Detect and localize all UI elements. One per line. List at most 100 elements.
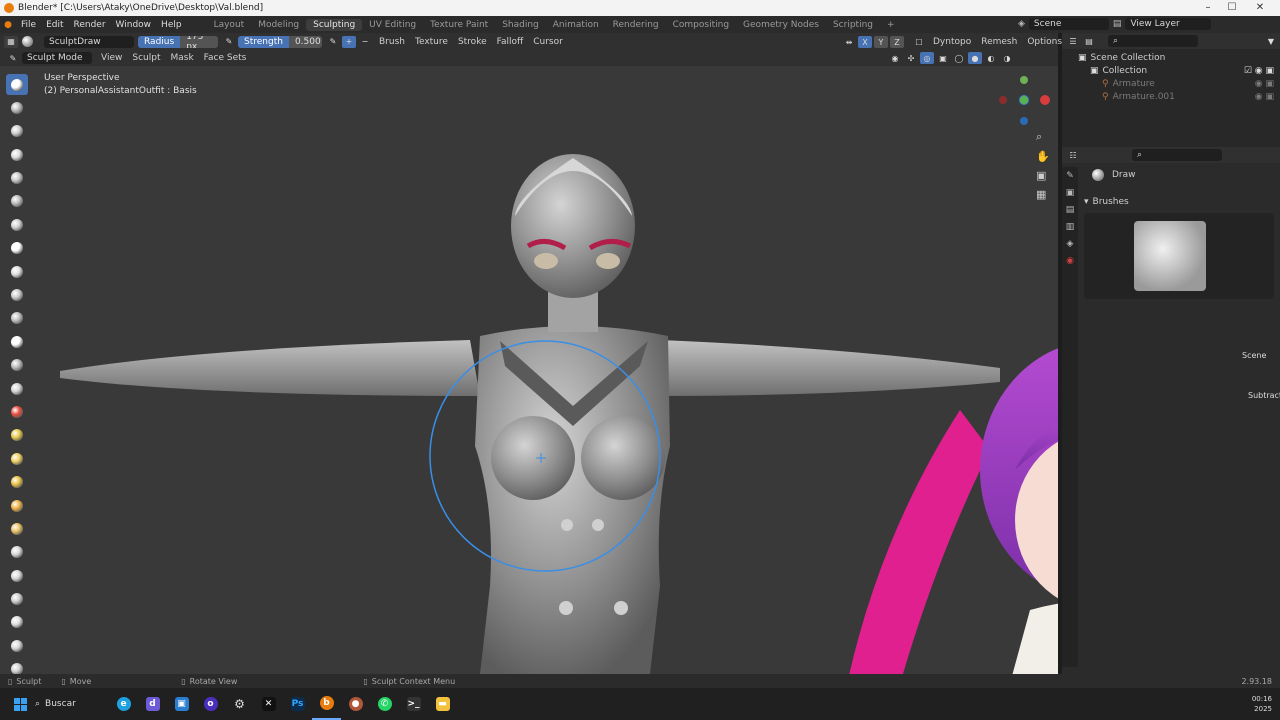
symmetry-y-toggle[interactable]: Y	[874, 36, 888, 48]
photoshop-icon[interactable]: Ps	[283, 688, 312, 720]
menu-edit[interactable]: Edit	[41, 20, 68, 30]
menu-stroke[interactable]: Stroke	[453, 37, 492, 47]
visibility-icon[interactable]: ◉	[888, 52, 902, 64]
menu-mask[interactable]: Mask	[165, 53, 198, 63]
tool-blob[interactable]	[6, 238, 28, 259]
wireframe-shading-icon[interactable]: ◯	[952, 52, 966, 64]
settings-gear-icon[interactable]: ⚙	[225, 688, 254, 720]
tab-uv-editing[interactable]: UV Editing	[362, 19, 423, 31]
brush-preview-icon[interactable]	[20, 36, 34, 48]
remesh-menu[interactable]: Remesh	[976, 37, 1022, 47]
scene-collection-label[interactable]: Scene Collection	[1091, 53, 1166, 63]
tool-grab[interactable]	[6, 425, 28, 446]
tab-sculpting[interactable]: Sculpting	[306, 18, 363, 31]
whatsapp-icon[interactable]: ✆	[370, 688, 399, 720]
tool-clay[interactable]	[6, 121, 28, 142]
view-layer-tab-icon[interactable]: ▥	[1066, 222, 1075, 232]
tool-simplify[interactable]	[6, 659, 28, 674]
menu-window[interactable]: Window	[111, 20, 157, 30]
filter-icon[interactable]: ▼	[1264, 35, 1278, 47]
outliner-search-input[interactable]: ⌕	[1108, 35, 1198, 47]
menu-render[interactable]: Render	[69, 20, 111, 30]
render-tab-icon[interactable]: ▣	[1066, 188, 1075, 198]
tool-tab-icon[interactable]: ✎	[1066, 171, 1074, 181]
tool-draw-sharp[interactable]	[6, 97, 28, 118]
tool-fill[interactable]	[6, 331, 28, 352]
render-shading-icon[interactable]: ◑	[1000, 52, 1014, 64]
brush-thumbnail-area[interactable]	[1084, 213, 1274, 299]
terminal-icon[interactable]: >_	[399, 688, 428, 720]
pan-hand-icon[interactable]: ✋	[1036, 150, 1050, 163]
symmetry-x-toggle[interactable]: X	[858, 36, 872, 48]
tool-draw[interactable]	[6, 74, 28, 95]
3d-viewport[interactable]: User Perspective (2) PersonalAssistantOu…	[0, 66, 1058, 674]
outliner-item-armature-001[interactable]: Armature.001	[1113, 92, 1175, 102]
game-icon[interactable]: ●	[341, 688, 370, 720]
collection-visibility-icon[interactable]: ☑ ◉ ▣	[1244, 66, 1274, 76]
windows-start-icon[interactable]	[6, 688, 35, 720]
tool-thumb[interactable]	[6, 495, 28, 516]
dyntopo-menu[interactable]: Dyntopo	[928, 37, 976, 47]
blender-menu-icon[interactable]: ●	[0, 20, 16, 30]
tool-slide-relax[interactable]	[6, 589, 28, 610]
tab-texture-paint[interactable]: Texture Paint	[423, 19, 495, 31]
blender-taskbar-icon[interactable]: b	[312, 688, 341, 720]
tool-snake-hook[interactable]	[6, 472, 28, 493]
tab-modeling[interactable]: Modeling	[251, 19, 306, 31]
menu-file[interactable]: File	[16, 20, 41, 30]
file-explorer-icon[interactable]: ▬	[428, 688, 457, 720]
armature-visibility-icon[interactable]: ◉ ▣	[1255, 79, 1274, 89]
properties-search-input[interactable]: ⌕	[1132, 149, 1222, 161]
close-icon[interactable]: ✕	[1248, 0, 1272, 16]
menu-help[interactable]: Help	[156, 20, 187, 30]
outliner-item-armature[interactable]: Armature	[1113, 79, 1155, 89]
gizmo-icon[interactable]: ✣	[904, 52, 918, 64]
menu-falloff[interactable]: Falloff	[492, 37, 529, 47]
grid-icon[interactable]: ▦	[1036, 188, 1050, 201]
solid-shading-icon[interactable]: ●	[968, 52, 982, 64]
brush-thumbnail[interactable]	[1134, 221, 1206, 291]
menu-cursor[interactable]: Cursor	[528, 37, 568, 47]
tool-multiplane-scrape[interactable]	[6, 378, 28, 399]
tool-scrape[interactable]	[6, 355, 28, 376]
tool-rotate[interactable]	[6, 565, 28, 586]
radius-pressure-icon[interactable]: ✎	[222, 36, 236, 48]
display-mode-icon[interactable]: ▤	[1082, 35, 1096, 47]
tool-layer[interactable]	[6, 191, 28, 212]
obs-icon[interactable]: o	[196, 688, 225, 720]
tab-layout[interactable]: Layout	[207, 19, 252, 31]
tool-elastic-deform[interactable]	[6, 448, 28, 469]
collection-label[interactable]: Collection	[1103, 66, 1148, 76]
properties-editor-icon[interactable]: ☷	[1066, 149, 1080, 161]
tool-clay-strips[interactable]	[6, 144, 28, 165]
direction-subtract-icon[interactable]: −	[358, 36, 372, 48]
tab-scripting[interactable]: Scripting	[826, 19, 880, 31]
tool-nudge[interactable]	[6, 542, 28, 563]
editor-type-icon[interactable]: ▦	[4, 35, 18, 48]
taskbar-search[interactable]: ⌕ Buscar	[35, 699, 95, 709]
tool-pinch[interactable]	[6, 401, 28, 422]
add-workspace-icon[interactable]: +	[880, 19, 902, 31]
tool-clay-thumb[interactable]	[6, 168, 28, 189]
camera-icon[interactable]: ▣	[1036, 169, 1050, 182]
tab-geometry-nodes[interactable]: Geometry Nodes	[736, 19, 826, 31]
maximize-icon[interactable]: ☐	[1220, 0, 1244, 16]
dyntopo-checkbox[interactable]: ☐	[912, 36, 926, 48]
zoom-icon[interactable]: ⌕	[1036, 130, 1050, 144]
strength-pressure-icon[interactable]: ✎	[326, 36, 340, 48]
strength-slider[interactable]: Strength 0.500	[238, 35, 322, 48]
tool-boundary[interactable]	[6, 612, 28, 633]
tab-animation[interactable]: Animation	[546, 19, 606, 31]
tool-pose[interactable]	[6, 518, 28, 539]
tab-compositing[interactable]: Compositing	[666, 19, 736, 31]
tab-rendering[interactable]: Rendering	[606, 19, 666, 31]
symmetry-icon[interactable]: ⇹	[842, 36, 856, 48]
edge-browser-icon[interactable]: e	[109, 688, 138, 720]
xray-icon[interactable]: ▣	[936, 52, 950, 64]
brush-name-field[interactable]: SculptDraw	[44, 35, 134, 48]
capcut-icon[interactable]: ✕	[254, 688, 283, 720]
armature-001-visibility-icon[interactable]: ◉ ▣	[1255, 92, 1274, 102]
discord-icon[interactable]: d	[138, 688, 167, 720]
mode-selector[interactable]: Sculpt Mode	[22, 52, 92, 64]
tab-shading[interactable]: Shading	[495, 19, 546, 31]
